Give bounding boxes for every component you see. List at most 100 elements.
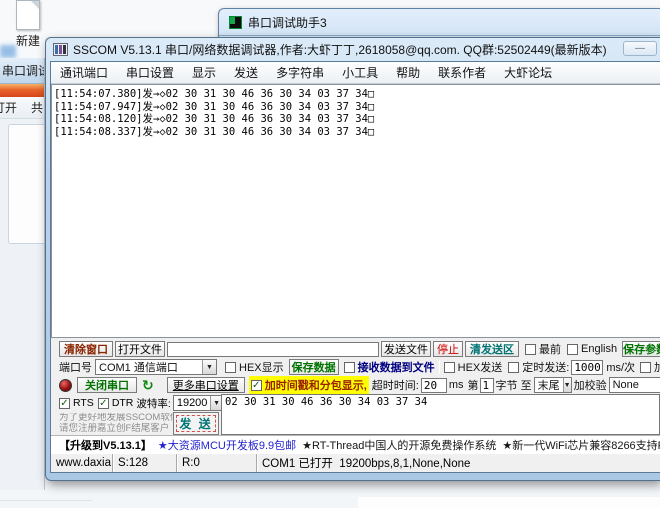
- interval-unit-label: ms/次: [606, 359, 635, 375]
- rts-label: RTS: [73, 397, 94, 409]
- menu-forum[interactable]: 大虾论坛: [495, 64, 561, 81]
- receive-log-area[interactable]: [11:54:07.380]发→◇02 30 31 30 46 36 30 34…: [51, 84, 660, 338]
- open-menu-item[interactable]: 打开: [0, 99, 17, 116]
- menu-send[interactable]: 发送: [225, 64, 267, 81]
- interval-input[interactable]: [571, 360, 603, 375]
- send-button[interactable]: 发 送: [173, 412, 219, 435]
- back-window-titlebar[interactable]: 串口调试助手3: [219, 9, 660, 35]
- status-website: www.daxia.com: [51, 454, 113, 472]
- promo-text: 为了更好地发展SSCOM软件 请您注册嘉立创F结尾客户: [59, 413, 173, 434]
- menu-contact-author[interactable]: 联系作者: [429, 64, 495, 81]
- baud-select[interactable]: 19200 ▼: [173, 395, 223, 411]
- port-status-led: [59, 379, 72, 392]
- file-icon: [16, 0, 40, 30]
- english-label: English: [581, 343, 617, 355]
- menu-display[interactable]: 显示: [183, 64, 225, 81]
- timeout-input[interactable]: [421, 378, 447, 393]
- stop-button[interactable]: 停止: [433, 341, 463, 357]
- sscom-app-icon: [53, 43, 68, 56]
- left-window-title: 串口调试工: [0, 58, 44, 84]
- desktop: 新建 串口调试工 打开 共 串口调试助手3 SSCOM V5.13.1 串口/网…: [0, 0, 660, 508]
- send-file-button[interactable]: 发送文件: [381, 341, 431, 357]
- sscom-titlebar[interactable]: SSCOM V5.13.1 串口/网络数据调试器,作者:大虾丁丁,2618058…: [46, 38, 660, 61]
- clear-send-area-button[interactable]: 清发送区: [465, 341, 519, 357]
- menu-help[interactable]: 帮助: [387, 64, 429, 81]
- menu-comm-port[interactable]: 通讯端口: [51, 64, 117, 81]
- dtr-checkbox[interactable]: ✓ DTR: [98, 397, 134, 409]
- menu-multi-string[interactable]: 多字符串: [267, 64, 333, 81]
- timed-send-label: 定时发送:: [522, 359, 569, 375]
- status-port-state: COM1 已打开 19200bps,8,1,None,None: [257, 454, 660, 472]
- open-file-button[interactable]: 打开文件: [115, 341, 165, 357]
- send-data-input[interactable]: 02 30 31 30 46 36 30 34 03 37 34: [221, 394, 660, 435]
- minimize-button[interactable]: —: [623, 41, 657, 56]
- add-crlf-label: 加回车: [654, 359, 660, 375]
- log-line: [11:54:07.380]发→◇02 30 31 30 46 36 30 34…: [54, 88, 658, 101]
- back-window-title: 串口调试助手3: [248, 14, 327, 31]
- timestamp-split-checkbox[interactable]: ✓ 加时间戳和分包显示,: [249, 376, 369, 394]
- serial-assistant-app-icon: [229, 16, 242, 29]
- checkbox-box: [525, 344, 536, 355]
- ad-link-wifi-chip[interactable]: ★新一代WiFi芯片兼容8266支持RT-Thread: [502, 437, 660, 453]
- link-bar: 【升级到V5.13.1】 ★大资源MCU开发板9.9包邮 ★RT-Thread中…: [51, 435, 660, 453]
- menu-serial-settings[interactable]: 串口设置: [117, 64, 183, 81]
- ad-link-mcu-board[interactable]: ★大资源MCU开发板9.9包邮: [158, 437, 296, 453]
- left-window-panel: [8, 124, 45, 244]
- close-port-button[interactable]: 关闭串口: [77, 377, 137, 393]
- rts-checkbox[interactable]: ✓ RTS: [59, 397, 94, 409]
- refresh-ports-icon[interactable]: ↻: [142, 377, 154, 394]
- recv-to-file-checkbox[interactable]: 接收数据到文件: [344, 359, 435, 375]
- save-params-button[interactable]: 保存参数: [622, 341, 660, 357]
- share-menu-item[interactable]: 共: [31, 99, 43, 116]
- topmost-checkbox[interactable]: 最前: [525, 341, 561, 357]
- checkbox-box: [225, 362, 236, 373]
- menu-tools[interactable]: 小工具: [333, 64, 387, 81]
- port-select[interactable]: COM1 通信端口 ▼: [95, 359, 217, 375]
- topmost-label: 最前: [539, 341, 561, 357]
- save-data-button[interactable]: 保存数据: [289, 359, 339, 375]
- checkbox-box: ✓: [59, 398, 70, 409]
- background-left-window[interactable]: 串口调试工 打开 共: [0, 58, 45, 490]
- chevron-down-icon: ▼: [202, 360, 216, 374]
- more-serial-settings-button[interactable]: 更多串口设置: [167, 377, 245, 393]
- menubar: 通讯端口 串口设置 显示 发送 多字符串 小工具 帮助 联系作者 大虾论坛: [51, 62, 660, 84]
- english-checkbox[interactable]: English: [567, 343, 617, 355]
- port-value: COM1 通信端口: [96, 359, 202, 375]
- hex-send-checkbox[interactable]: HEX发送: [444, 359, 503, 375]
- checkbox-box: ✓: [251, 380, 262, 391]
- desktop-window-fragment: [358, 497, 660, 508]
- chevron-down-icon: ▼: [563, 378, 571, 392]
- checkbox-box: [640, 362, 651, 373]
- add-crlf-checkbox[interactable]: 加回车: [640, 359, 660, 375]
- byte-from-label: 第: [468, 377, 479, 393]
- hex-display-label: HEX显示: [239, 359, 284, 375]
- controls-panel: 清除窗口 打开文件 发送文件 停止 清发送区 最前 English 保存参数: [51, 338, 660, 435]
- checkbox-box: [508, 362, 519, 373]
- timed-send-checkbox[interactable]: 定时发送:: [508, 359, 569, 375]
- left-window-orange-stripe: [0, 84, 44, 97]
- clear-window-button[interactable]: 清除窗口: [59, 341, 113, 357]
- baud-label: 波特率:: [136, 396, 170, 411]
- checkbox-box: [567, 344, 578, 355]
- desktop-icon-new-file[interactable]: 新建: [8, 0, 48, 49]
- byte-end-select[interactable]: 末尾 ▼: [534, 377, 572, 393]
- baud-value: 19200: [174, 397, 211, 409]
- port-label: 端口号: [59, 359, 92, 375]
- byte-to-label: 字节 至: [496, 377, 532, 393]
- log-line: [11:54:07.947]发→◇02 30 31 30 46 36 30 34…: [54, 101, 658, 114]
- promo-line1: 为了更好地发展SSCOM软件: [59, 413, 173, 424]
- blurred-window-fragment: [0, 45, 16, 58]
- timestamp-split-label: 加时间戳和分包显示,: [265, 377, 367, 393]
- ad-link-rt-thread[interactable]: ★RT-Thread中国人的开源免费操作系统: [302, 437, 496, 453]
- promo-line2: 请您注册嘉立创F结尾客户: [59, 424, 173, 435]
- checksum-select[interactable]: None ▼: [609, 377, 660, 393]
- byte-index-input[interactable]: [480, 378, 494, 393]
- checkbox-box: [444, 362, 455, 373]
- file-path-input[interactable]: [167, 342, 379, 357]
- byte-end-value: 末尾: [535, 377, 563, 393]
- status-received-count: R:0: [177, 454, 257, 472]
- timeout-unit-label: ms: [449, 379, 464, 391]
- log-line: [11:54:08.120]发→◇02 30 31 30 46 36 30 34…: [54, 113, 658, 126]
- hex-display-checkbox[interactable]: HEX显示: [225, 359, 284, 375]
- left-window-toolbar: 打开 共: [0, 97, 44, 119]
